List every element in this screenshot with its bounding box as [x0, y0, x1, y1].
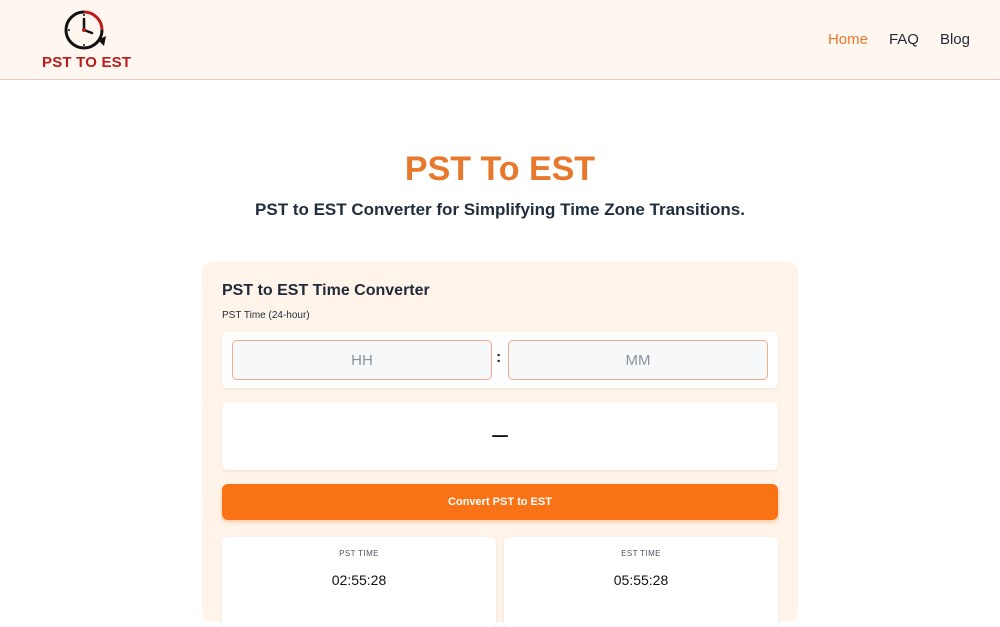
pst-time-label: PST Time (24-hour) — [222, 310, 310, 321]
hour-input[interactable] — [232, 340, 492, 380]
nav-home-link[interactable]: Home — [828, 31, 868, 48]
nav-blog-link[interactable]: Blog — [940, 31, 970, 48]
site-logo[interactable]: PST TO EST — [36, 6, 136, 74]
site-header: PST TO EST Home FAQ Blog — [0, 0, 1000, 80]
page-subtitle: PST to EST Converter for Simplifying Tim… — [255, 200, 745, 219]
est-clock-value: 05:55:28 — [613, 572, 669, 588]
convert-button[interactable]: Convert PST to EST — [222, 484, 778, 520]
nav-faq-link[interactable]: FAQ — [889, 31, 919, 48]
time-separator: : — [496, 349, 502, 366]
clock-icon — [64, 10, 106, 50]
result-value: – — [492, 418, 508, 449]
result-display: – — [222, 402, 778, 470]
pst-clock-card: PST TIME 02:55:28 — [222, 537, 496, 627]
converter-title: PST to EST Time Converter — [222, 282, 430, 299]
pst-clock-value: 02:55:28 — [331, 572, 387, 588]
est-clock-label: EST TIME — [621, 549, 661, 558]
main-nav: Home FAQ Blog — [828, 31, 970, 48]
pst-clock-label: PST TIME — [339, 549, 379, 558]
minute-input[interactable] — [508, 340, 768, 380]
page-title: PST To EST — [404, 150, 596, 188]
time-input-group: : — [222, 332, 778, 388]
logo-text: PST TO EST — [42, 54, 132, 71]
est-clock-card: EST TIME 05:55:28 — [504, 537, 778, 627]
converter-card: PST to EST Time Converter PST Time (24-h… — [202, 262, 798, 627]
